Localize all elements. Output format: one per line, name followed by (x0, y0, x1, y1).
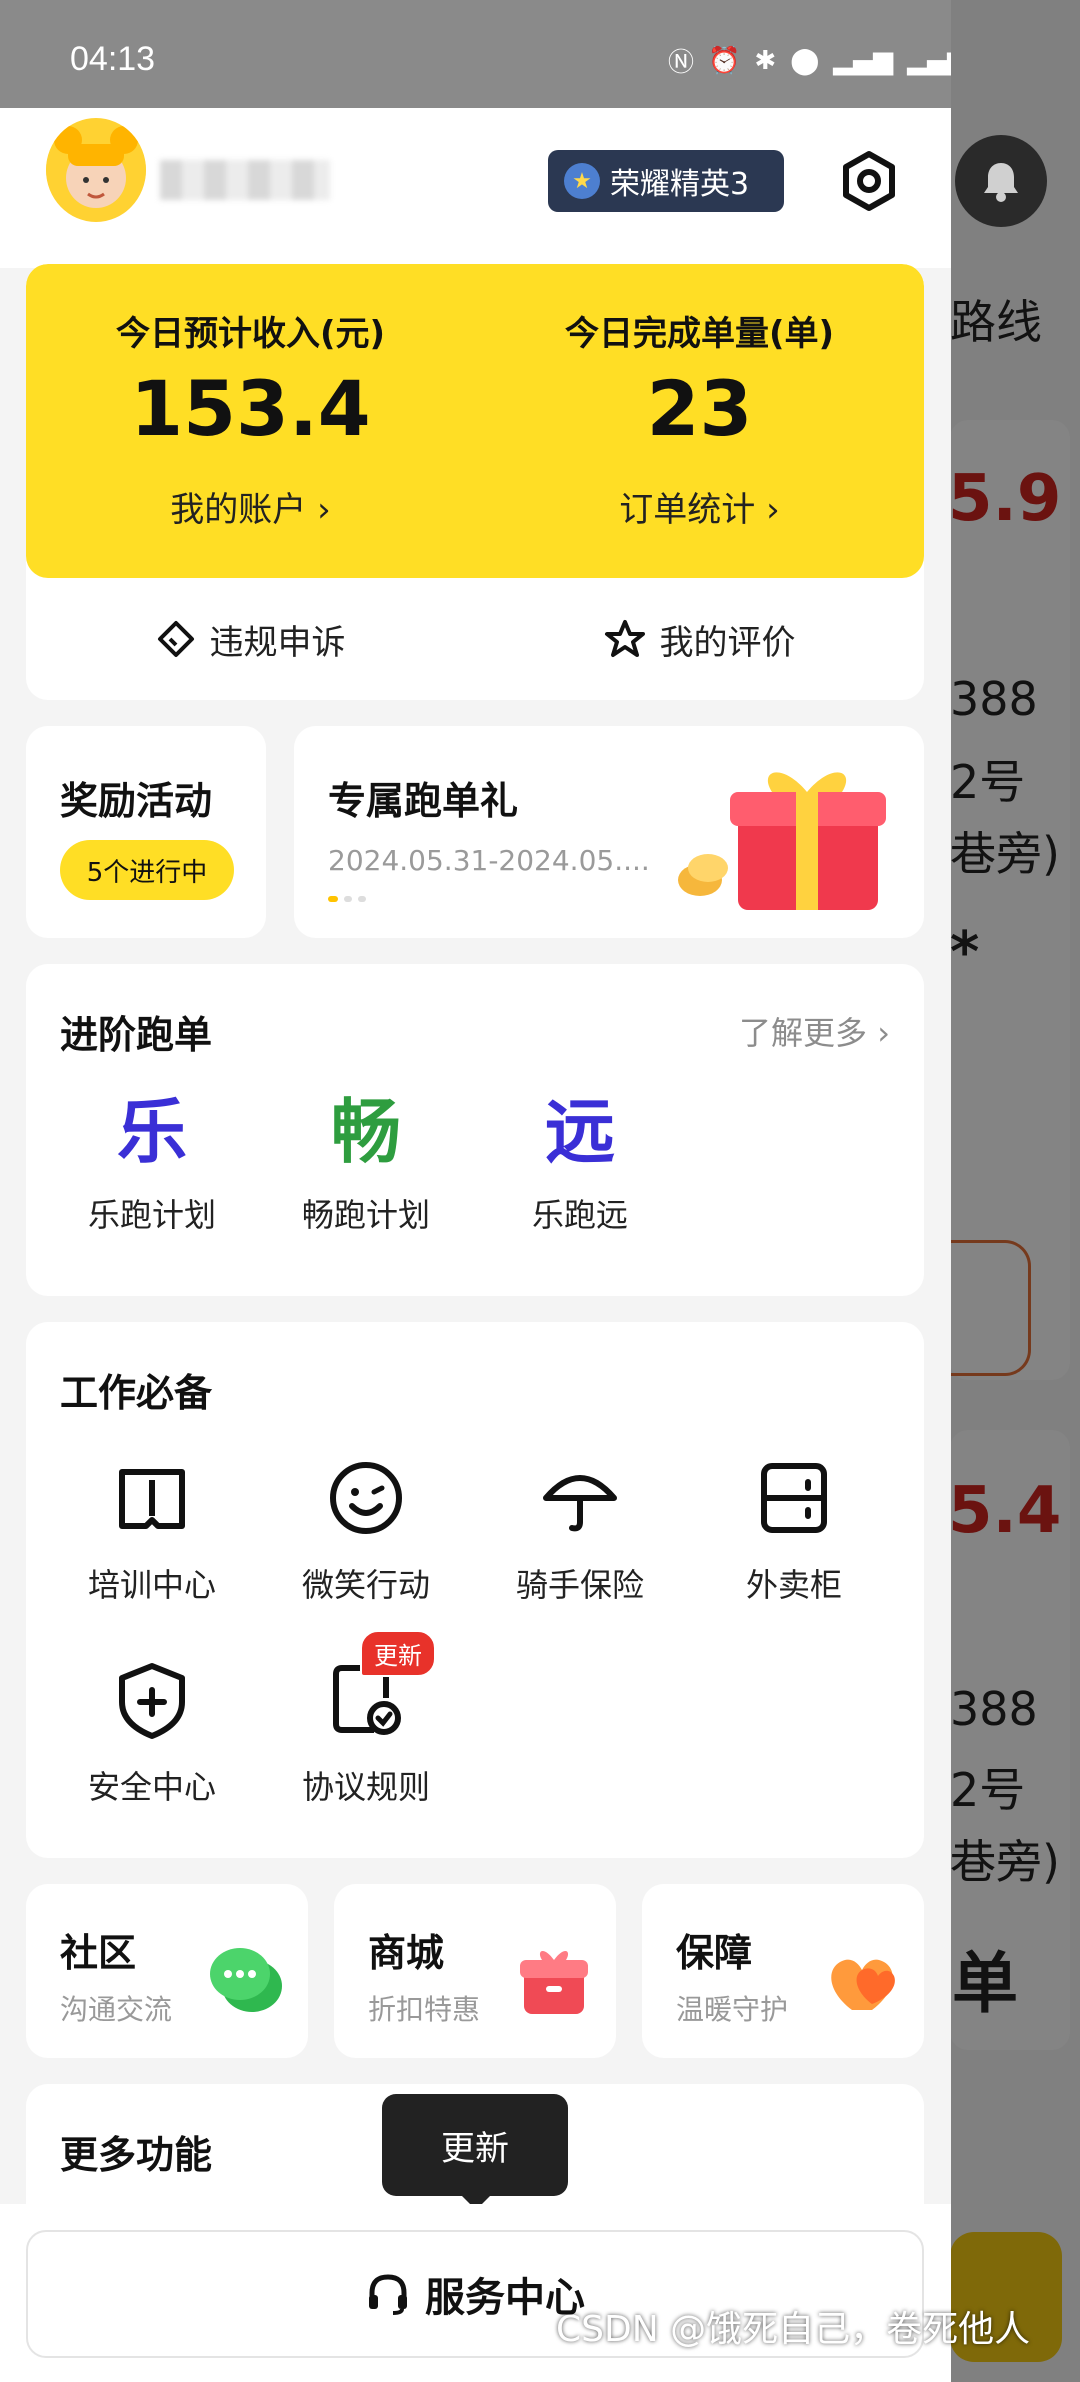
heart-icon (831, 1959, 895, 2010)
tool-label: 骑手保险 (515, 1566, 644, 1604)
mall-card[interactable]: 商城 折扣特惠 (334, 1884, 616, 2058)
order-stats-link[interactable]: 订单统计 › (475, 482, 924, 531)
tool-label: 微笑行动 (301, 1566, 430, 1604)
promo-title: 专属跑单礼 (328, 779, 519, 823)
chat-icon (210, 1948, 282, 2012)
plan-label: 乐跑远 (531, 1196, 628, 1234)
bell-icon (955, 135, 1047, 227)
update-tag: 更新 (360, 1630, 436, 1677)
rating-label: 我的评价 (659, 622, 796, 663)
mini-card-subtitle: 沟通交流 (60, 1993, 173, 2026)
tool-label: 安全中心 (87, 1768, 216, 1806)
more-features-title: 更多功能 (60, 2133, 213, 2177)
appeal-label: 违规申诉 (209, 622, 346, 663)
rank-badge-label: 荣耀精英3 (610, 167, 750, 202)
promo-banner[interactable]: 专属跑单礼 2024.05.31-2024.05.... (294, 726, 924, 938)
mini-card-subtitle: 温暖守护 (676, 1993, 789, 2026)
appeal-icon (157, 621, 194, 657)
rewards-card[interactable]: 奖励活动 5个进行中 (26, 726, 266, 938)
signal-icon: ▂▄▆ (833, 45, 894, 76)
rank-star-icon: ★ (564, 163, 600, 199)
plan-chang-pao[interactable]: 畅 畅跑计划 (286, 1092, 446, 1236)
rewards-count-pill: 5个进行中 (60, 840, 234, 900)
alarm-icon: ⏰ (708, 45, 741, 76)
update-tooltip: 更新 (382, 2094, 568, 2210)
orders-label: 今日完成单量(单) (564, 314, 835, 354)
headset-icon (369, 2274, 407, 2315)
tool-label: 协议规则 (301, 1768, 430, 1806)
advanced-run-card: 进阶跑单 了解更多 › 乐 乐跑计划 畅 畅跑计划 远 乐跑远 (26, 964, 924, 1296)
agreement-icon: 更新 (326, 1630, 436, 1740)
mini-card-title: 保障 (676, 1931, 753, 1975)
plan-le-pao[interactable]: 乐 乐跑计划 (72, 1092, 232, 1236)
advanced-title: 进阶跑单 (60, 1013, 213, 1057)
mini-card-title: 商城 (368, 1931, 445, 1975)
rewards-title: 奖励活动 (60, 779, 213, 823)
income-card: 今日预计收入(元) 153.4 我的账户 › 今日完成单量(单) 23 订单统计… (26, 264, 924, 700)
plan-label: 乐跑计划 (87, 1196, 216, 1234)
yuan-icon: 远 (545, 1091, 615, 1173)
status-icons: Ⓝ ⏰ ✱ ⬤ ▂▄▆ ▂▄▆ 22 ϟ (668, 42, 951, 79)
mini-card-subtitle: 折扣特惠 (368, 1993, 481, 2026)
status-time: 04:13 (70, 40, 156, 78)
my-account-link[interactable]: 我的账户 › (26, 482, 475, 531)
shield-icon (112, 1660, 192, 1740)
appeal-row: 违规申诉 我的评价 (26, 578, 924, 700)
rank-badge[interactable]: ★ 荣耀精英3 (548, 150, 784, 212)
orders-column: 今日完成单量(单) 23 订单统计 › (475, 264, 924, 578)
location-icon: ⬤ (790, 45, 820, 76)
bluetooth-icon: ✱ (754, 45, 777, 76)
community-card[interactable]: 社区 沟通交流 (26, 1884, 308, 2058)
work-title: 工作必备 (60, 1371, 213, 1415)
rider-insurance-button[interactable]: 骑手保险 (490, 1458, 670, 1606)
umbrella-icon (540, 1458, 620, 1538)
profile-drawer: 04:13 Ⓝ ⏰ ✱ ⬤ ▂▄▆ ▂▄▆ 22 ϟ ★ 荣耀精英3 (0, 0, 951, 2382)
settings-gear-icon[interactable] (838, 150, 900, 212)
income-column: 今日预计收入(元) 153.4 我的账户 › (26, 264, 475, 578)
protection-card[interactable]: 保障 温暖守护 (642, 1884, 924, 2058)
service-bar: 服务中心 (0, 2204, 951, 2382)
carousel-dots (328, 896, 366, 902)
promo-date: 2024.05.31-2024.05.... (328, 844, 650, 877)
gift-icon (678, 772, 886, 910)
security-center-button[interactable]: 安全中心 (62, 1660, 242, 1808)
income-value: 153.4 (130, 364, 371, 453)
violation-appeal-button[interactable]: 违规申诉 (26, 578, 475, 700)
income-summary: 今日预计收入(元) 153.4 我的账户 › 今日完成单量(单) 23 订单统计… (26, 264, 924, 578)
locker-icon (754, 1458, 834, 1538)
plan-le-pao-yuan[interactable]: 远 乐跑远 (500, 1092, 660, 1236)
delivery-locker-button[interactable]: 外卖柜 (704, 1458, 884, 1606)
username-blurred (160, 160, 330, 200)
my-rating-button[interactable]: 我的评价 (475, 578, 924, 700)
chang-icon: 畅 (331, 1091, 401, 1173)
avatar[interactable] (46, 118, 146, 222)
learn-more-link[interactable]: 了解更多 › (739, 1008, 890, 1054)
watermark: CSDN @饿死自己，卷死他人 (556, 2309, 1031, 2350)
training-center-button[interactable]: 培训中心 (62, 1458, 242, 1606)
orders-value: 23 (646, 364, 753, 453)
smile-action-button[interactable]: 微笑行动 (276, 1458, 456, 1606)
star-icon (604, 620, 645, 657)
work-essentials-card: 工作必备 培训中心 微笑行动 骑手保险 外卖柜 安全中心 更新 协议规则 (26, 1322, 924, 1858)
tool-label: 外卖柜 (745, 1566, 842, 1604)
smile-icon (326, 1458, 406, 1538)
income-label: 今日预计收入(元) (115, 314, 386, 354)
mini-card-title: 社区 (60, 1931, 137, 1975)
signal-icon-2: ▂▄▆ (907, 45, 951, 76)
agreement-rules-button[interactable]: 更新 协议规则 (276, 1630, 456, 1808)
status-bar: 04:13 Ⓝ ⏰ ✱ ⬤ ▂▄▆ ▂▄▆ 22 ϟ (0, 0, 951, 108)
nfc-icon: Ⓝ (668, 48, 695, 78)
tool-label: 培训中心 (87, 1566, 216, 1604)
gift-box-icon (520, 1950, 588, 2014)
plan-label: 畅跑计划 (301, 1196, 430, 1234)
le-icon: 乐 (117, 1091, 187, 1173)
book-icon (112, 1458, 192, 1538)
